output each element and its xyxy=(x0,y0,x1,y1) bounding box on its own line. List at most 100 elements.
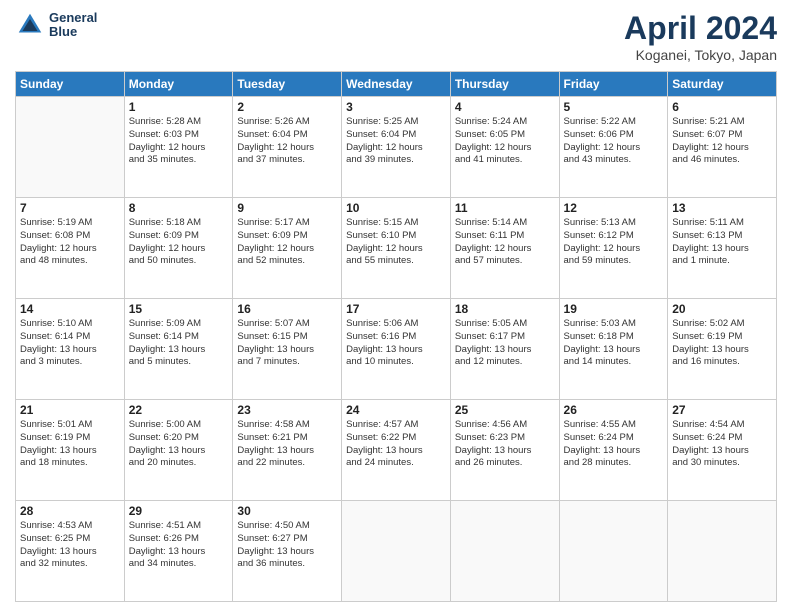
weekday-header: Thursday xyxy=(450,72,559,97)
calendar-cell xyxy=(16,97,125,198)
calendar-cell: 17 Sunrise: 5:06 AM Sunset: 6:16 PM Dayli… xyxy=(342,299,451,400)
day-number: 10 xyxy=(346,201,446,215)
calendar-cell: 6 Sunrise: 5:21 AM Sunset: 6:07 PM Daylig… xyxy=(668,97,777,198)
calendar-cell: 10 Sunrise: 5:15 AM Sunset: 6:10 PM Dayli… xyxy=(342,198,451,299)
title-block: April 2024 Koganei, Tokyo, Japan xyxy=(624,10,777,63)
day-number: 19 xyxy=(564,302,664,316)
calendar-cell: 21 Sunrise: 5:01 AM Sunset: 6:19 PM Dayli… xyxy=(16,400,125,501)
weekday-header: Sunday xyxy=(16,72,125,97)
day-info: Sunrise: 5:07 AM Sunset: 6:15 PM Dayligh… xyxy=(237,318,337,369)
day-info: Sunrise: 5:09 AM Sunset: 6:14 PM Dayligh… xyxy=(129,318,229,369)
calendar-cell: 29 Sunrise: 4:51 AM Sunset: 6:26 PM Dayli… xyxy=(124,501,233,602)
day-number: 23 xyxy=(237,403,337,417)
page: General Blue April 2024 Koganei, Tokyo, … xyxy=(0,0,792,612)
day-number: 3 xyxy=(346,100,446,114)
day-info: Sunrise: 5:06 AM Sunset: 6:16 PM Dayligh… xyxy=(346,318,446,369)
calendar-week-row: 14 Sunrise: 5:10 AM Sunset: 6:14 PM Dayli… xyxy=(16,299,777,400)
calendar-cell: 23 Sunrise: 4:58 AM Sunset: 6:21 PM Dayli… xyxy=(233,400,342,501)
calendar-cell: 3 Sunrise: 5:25 AM Sunset: 6:04 PM Daylig… xyxy=(342,97,451,198)
calendar-week-row: 28 Sunrise: 4:53 AM Sunset: 6:25 PM Dayli… xyxy=(16,501,777,602)
calendar-cell: 7 Sunrise: 5:19 AM Sunset: 6:08 PM Daylig… xyxy=(16,198,125,299)
calendar-cell: 30 Sunrise: 4:50 AM Sunset: 6:27 PM Dayli… xyxy=(233,501,342,602)
day-info: Sunrise: 4:58 AM Sunset: 6:21 PM Dayligh… xyxy=(237,419,337,470)
day-info: Sunrise: 5:21 AM Sunset: 6:07 PM Dayligh… xyxy=(672,116,772,167)
day-info: Sunrise: 5:00 AM Sunset: 6:20 PM Dayligh… xyxy=(129,419,229,470)
calendar-cell: 1 Sunrise: 5:28 AM Sunset: 6:03 PM Daylig… xyxy=(124,97,233,198)
day-info: Sunrise: 5:28 AM Sunset: 6:03 PM Dayligh… xyxy=(129,116,229,167)
day-info: Sunrise: 4:54 AM Sunset: 6:24 PM Dayligh… xyxy=(672,419,772,470)
day-info: Sunrise: 5:10 AM Sunset: 6:14 PM Dayligh… xyxy=(20,318,120,369)
calendar-cell: 2Sunrise: 5:26 AM Sunset: 6:04 PM Daylig… xyxy=(233,97,342,198)
day-number: 6 xyxy=(672,100,772,114)
calendar-cell: 20 Sunrise: 5:02 AM Sunset: 6:19 PM Dayli… xyxy=(668,299,777,400)
calendar-cell: 27 Sunrise: 4:54 AM Sunset: 6:24 PM Dayli… xyxy=(668,400,777,501)
weekday-header: Friday xyxy=(559,72,668,97)
day-info: Sunrise: 4:53 AM Sunset: 6:25 PM Dayligh… xyxy=(20,520,120,571)
day-number: 26 xyxy=(564,403,664,417)
calendar-cell: 11Sunrise: 5:14 AM Sunset: 6:11 PM Dayli… xyxy=(450,198,559,299)
day-number: 21 xyxy=(20,403,120,417)
calendar-cell: 18Sunrise: 5:05 AM Sunset: 6:17 PM Dayli… xyxy=(450,299,559,400)
day-number: 16 xyxy=(237,302,337,316)
day-number: 13 xyxy=(672,201,772,215)
calendar-week-row: 7 Sunrise: 5:19 AM Sunset: 6:08 PM Daylig… xyxy=(16,198,777,299)
day-info: Sunrise: 5:22 AM Sunset: 6:06 PM Dayligh… xyxy=(564,116,664,167)
day-info: Sunrise: 5:02 AM Sunset: 6:19 PM Dayligh… xyxy=(672,318,772,369)
day-info: Sunrise: 5:25 AM Sunset: 6:04 PM Dayligh… xyxy=(346,116,446,167)
day-info: Sunrise: 5:19 AM Sunset: 6:08 PM Dayligh… xyxy=(20,217,120,268)
calendar-cell: 19 Sunrise: 5:03 AM Sunset: 6:18 PM Dayli… xyxy=(559,299,668,400)
logo-line1: General xyxy=(49,11,97,25)
calendar-cell: 22 Sunrise: 5:00 AM Sunset: 6:20 PM Dayli… xyxy=(124,400,233,501)
day-info: Sunrise: 5:05 AM Sunset: 6:17 PM Dayligh… xyxy=(455,318,555,369)
calendar-cell: 16 Sunrise: 5:07 AM Sunset: 6:15 PM Dayli… xyxy=(233,299,342,400)
weekday-header: Saturday xyxy=(668,72,777,97)
day-info: Sunrise: 5:18 AM Sunset: 6:09 PM Dayligh… xyxy=(129,217,229,268)
day-number: 20 xyxy=(672,302,772,316)
calendar-cell xyxy=(668,501,777,602)
calendar-cell: 13Sunrise: 5:11 AM Sunset: 6:13 PM Dayli… xyxy=(668,198,777,299)
calendar-table: SundayMondayTuesdayWednesdayThursdayFrid… xyxy=(15,71,777,602)
day-info: Sunrise: 4:56 AM Sunset: 6:23 PM Dayligh… xyxy=(455,419,555,470)
day-number: 15 xyxy=(129,302,229,316)
calendar-cell: 4Sunrise: 5:24 AM Sunset: 6:05 PM Daylig… xyxy=(450,97,559,198)
day-number: 1 xyxy=(129,100,229,114)
day-number: 7 xyxy=(20,201,120,215)
day-number: 17 xyxy=(346,302,446,316)
day-info: Sunrise: 4:51 AM Sunset: 6:26 PM Dayligh… xyxy=(129,520,229,571)
day-number: 30 xyxy=(237,504,337,518)
calendar-cell: 12Sunrise: 5:13 AM Sunset: 6:12 PM Dayli… xyxy=(559,198,668,299)
day-info: Sunrise: 4:57 AM Sunset: 6:22 PM Dayligh… xyxy=(346,419,446,470)
day-info: Sunrise: 4:50 AM Sunset: 6:27 PM Dayligh… xyxy=(237,520,337,571)
weekday-header: Monday xyxy=(124,72,233,97)
title-month: April 2024 xyxy=(624,10,777,47)
day-info: Sunrise: 5:15 AM Sunset: 6:10 PM Dayligh… xyxy=(346,217,446,268)
day-info: Sunrise: 5:13 AM Sunset: 6:12 PM Dayligh… xyxy=(564,217,664,268)
title-location: Koganei, Tokyo, Japan xyxy=(624,47,777,63)
logo: General Blue xyxy=(15,10,97,40)
day-number: 11 xyxy=(455,201,555,215)
day-info: Sunrise: 5:17 AM Sunset: 6:09 PM Dayligh… xyxy=(237,217,337,268)
day-number: 25 xyxy=(455,403,555,417)
calendar-cell xyxy=(342,501,451,602)
calendar-cell: 24Sunrise: 4:57 AM Sunset: 6:22 PM Dayli… xyxy=(342,400,451,501)
day-number: 9 xyxy=(237,201,337,215)
weekday-header: Tuesday xyxy=(233,72,342,97)
day-number: 28 xyxy=(20,504,120,518)
calendar-week-row: 21 Sunrise: 5:01 AM Sunset: 6:19 PM Dayli… xyxy=(16,400,777,501)
calendar-cell xyxy=(450,501,559,602)
day-info: Sunrise: 5:24 AM Sunset: 6:05 PM Dayligh… xyxy=(455,116,555,167)
day-number: 27 xyxy=(672,403,772,417)
day-number: 22 xyxy=(129,403,229,417)
day-number: 29 xyxy=(129,504,229,518)
day-number: 14 xyxy=(20,302,120,316)
day-info: Sunrise: 5:01 AM Sunset: 6:19 PM Dayligh… xyxy=(20,419,120,470)
calendar-cell: 5Sunrise: 5:22 AM Sunset: 6:06 PM Daylig… xyxy=(559,97,668,198)
logo-text: General Blue xyxy=(49,11,97,40)
day-info: Sunrise: 5:03 AM Sunset: 6:18 PM Dayligh… xyxy=(564,318,664,369)
weekday-header-row: SundayMondayTuesdayWednesdayThursdayFrid… xyxy=(16,72,777,97)
day-info: Sunrise: 4:55 AM Sunset: 6:24 PM Dayligh… xyxy=(564,419,664,470)
calendar-cell: 14 Sunrise: 5:10 AM Sunset: 6:14 PM Dayli… xyxy=(16,299,125,400)
logo-line2: Blue xyxy=(49,25,97,39)
calendar-cell xyxy=(559,501,668,602)
day-number: 2 xyxy=(237,100,337,114)
